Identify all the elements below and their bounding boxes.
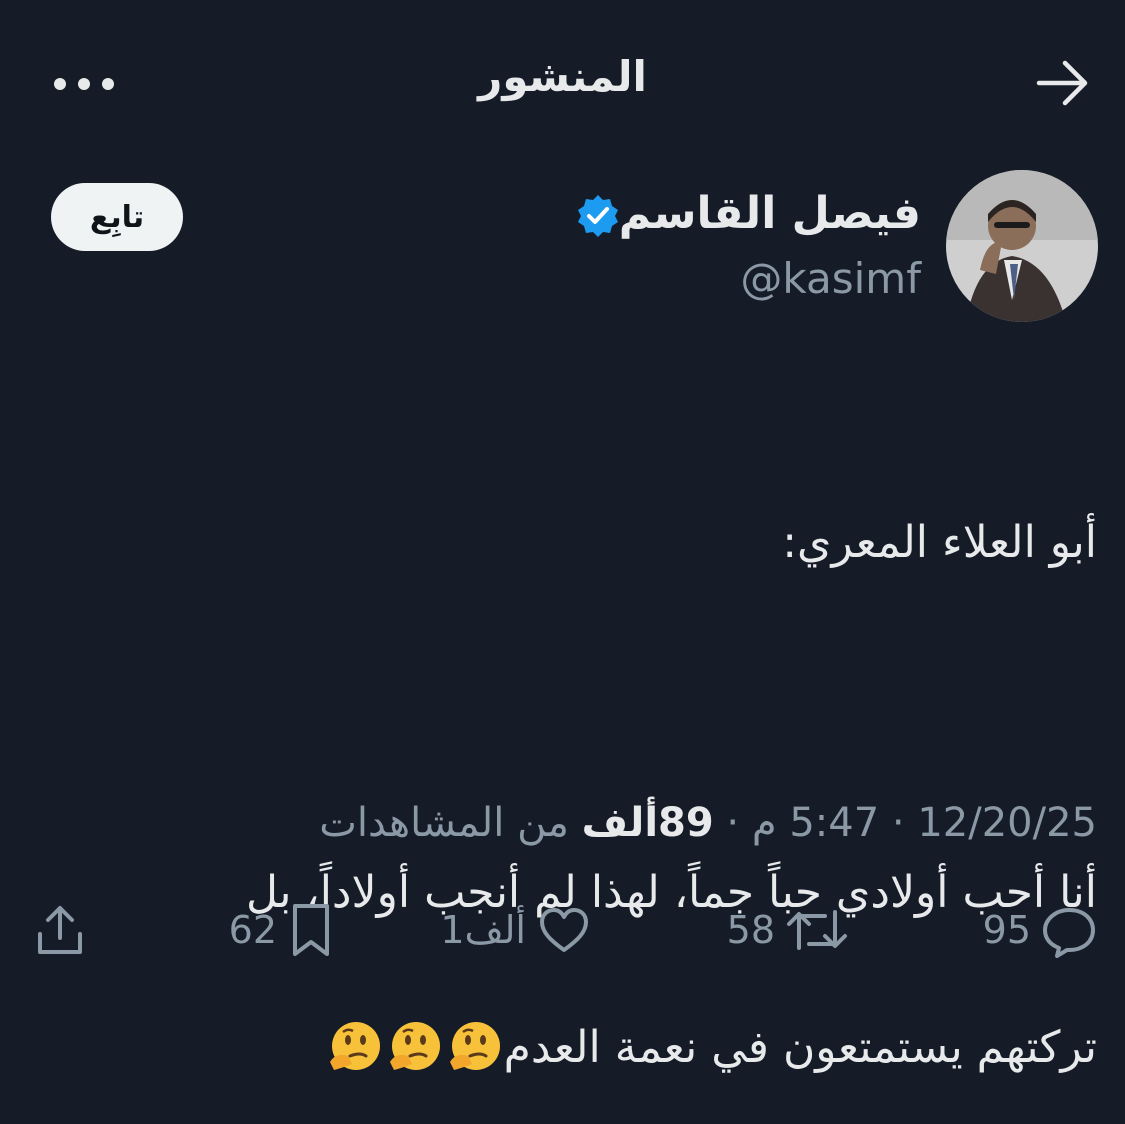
tweet-meta: 12/20/25 · 5:47 م · 89ألف من المشاهدات — [319, 800, 1097, 846]
more-dots-icon — [54, 78, 114, 90]
views-count[interactable]: 89ألف — [582, 800, 714, 846]
tweet-time: 5:47 م — [751, 800, 880, 846]
tweet-line-1: أبو العلاء المعري: — [782, 517, 1097, 568]
more-options-button[interactable] — [52, 64, 116, 104]
bookmark-button[interactable]: 62 — [229, 890, 335, 970]
thinking-face-icon — [446, 1018, 502, 1074]
like-button[interactable]: 1ألف — [440, 890, 592, 970]
bookmark-icon — [293, 904, 329, 956]
repost-count: 58 — [726, 908, 775, 952]
tweet-date: 12/20/25 — [917, 800, 1097, 846]
meta-separator: · — [713, 800, 752, 846]
top-bar: المنشور — [0, 0, 1125, 165]
bookmark-count: 62 — [228, 908, 277, 952]
tweet-line-3-text: تركتهم يستمتعون في نعمة العدم — [503, 1022, 1097, 1073]
meta-separator: · — [879, 800, 918, 846]
reply-button[interactable]: 95 — [983, 890, 1097, 970]
page-title: المنشور — [478, 52, 647, 101]
tweet-line-3: تركتهم يستمتعون في نعمة العدم — [60, 1018, 1097, 1074]
share-button[interactable] — [32, 890, 88, 970]
reply-icon — [1043, 908, 1095, 958]
action-bar: 95 58 1ألف 62 — [0, 890, 1125, 970]
reply-count: 95 — [982, 908, 1031, 952]
author-name[interactable]: فيصل القاسم — [619, 188, 921, 239]
thinking-face-icon — [326, 1018, 382, 1074]
avatar-image — [946, 170, 1098, 322]
avatar[interactable] — [946, 170, 1098, 322]
views-label: من المشاهدات — [319, 800, 582, 846]
thinking-face-icon — [386, 1018, 442, 1074]
tweet-text: أبو العلاء المعري: أنا أحب أولادي حباً ج… — [60, 418, 1097, 1124]
follow-button[interactable]: تابِع — [51, 183, 183, 251]
verified-badge-icon — [574, 192, 622, 240]
heart-icon — [540, 908, 588, 952]
author-handle[interactable]: @kasimf — [740, 254, 921, 303]
like-count: 1ألف — [440, 908, 526, 952]
repost-icon — [787, 910, 847, 950]
repost-button[interactable]: 58 — [727, 890, 849, 970]
share-icon — [38, 906, 82, 954]
